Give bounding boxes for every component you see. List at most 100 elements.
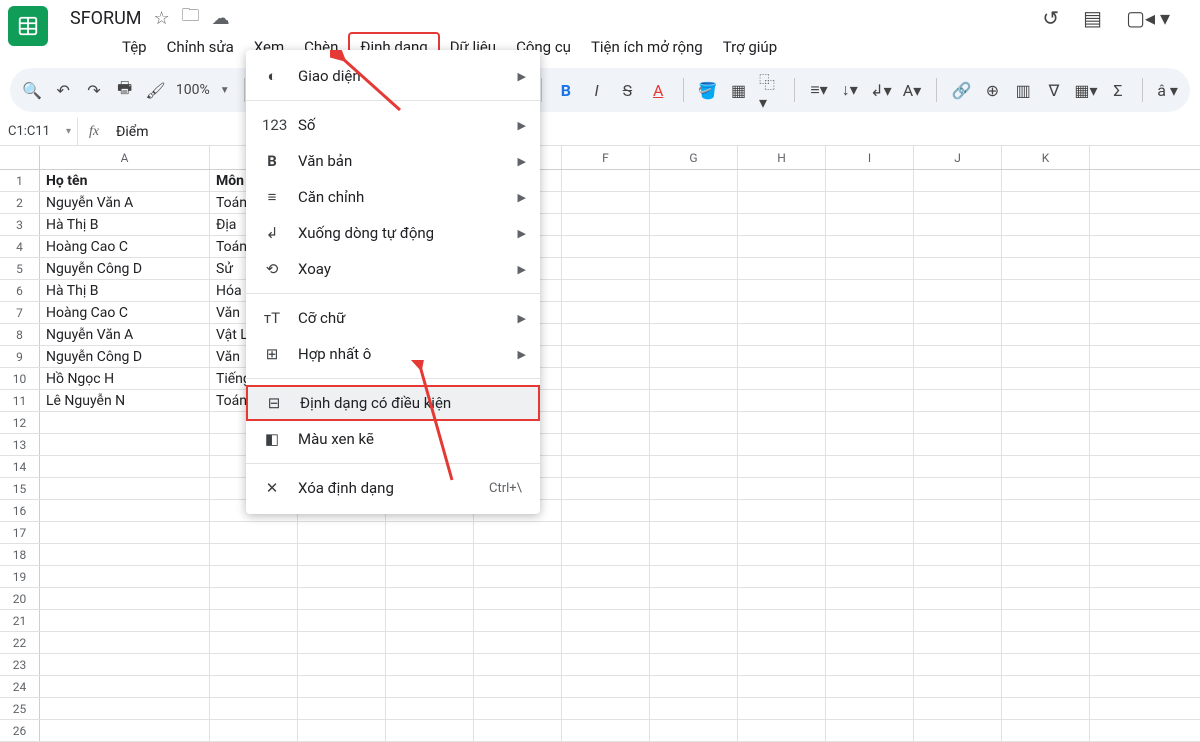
cell-E18[interactable] xyxy=(474,544,562,565)
cell-C26[interactable] xyxy=(298,720,386,741)
cell-J1[interactable] xyxy=(914,170,1002,191)
cell-F2[interactable] xyxy=(562,192,650,213)
format-menu-cỡ-chữ[interactable]: тTCỡ chữ▶ xyxy=(246,300,540,336)
cell-J18[interactable] xyxy=(914,544,1002,565)
cell-K19[interactable] xyxy=(1002,566,1090,587)
cell-I3[interactable] xyxy=(826,214,914,235)
history-icon[interactable]: ↺ xyxy=(1042,6,1059,30)
cell-F16[interactable] xyxy=(562,500,650,521)
cell-B25[interactable] xyxy=(210,698,298,719)
format-menu-số[interactable]: 123Số▶ xyxy=(246,107,540,143)
row-header-26[interactable]: 26 xyxy=(0,720,40,741)
cell-D21[interactable] xyxy=(386,610,474,631)
row-header-10[interactable]: 10 xyxy=(0,368,40,389)
cell-I2[interactable] xyxy=(826,192,914,213)
cell-F10[interactable] xyxy=(562,368,650,389)
cell-G8[interactable] xyxy=(650,324,738,345)
cell-J26[interactable] xyxy=(914,720,1002,741)
italic-icon[interactable]: I xyxy=(586,78,607,102)
wrap-icon[interactable]: ↲▾ xyxy=(870,78,891,102)
cell-J9[interactable] xyxy=(914,346,1002,367)
cell-A25[interactable] xyxy=(40,698,210,719)
cell-F18[interactable] xyxy=(562,544,650,565)
format-menu-định-dạng-có-điều-kiện[interactable]: ⊟Định dạng có điều kiện xyxy=(246,385,540,421)
cell-K15[interactable] xyxy=(1002,478,1090,499)
cell-G23[interactable] xyxy=(650,654,738,675)
cell-E23[interactable] xyxy=(474,654,562,675)
cell-F15[interactable] xyxy=(562,478,650,499)
valign-icon[interactable]: ↓▾ xyxy=(839,78,860,102)
format-menu-hợp-nhất-ô[interactable]: ⊞Hợp nhất ô▶ xyxy=(246,336,540,372)
cell-H4[interactable] xyxy=(738,236,826,257)
row-header-15[interactable]: 15 xyxy=(0,478,40,499)
menu-trợ-giúp[interactable]: Trợ giúp xyxy=(713,34,787,60)
meet-icon[interactable]: ▢◂ ▾ xyxy=(1126,6,1170,30)
filter-views-icon[interactable]: ▦▾ xyxy=(1074,78,1097,102)
cell-J23[interactable] xyxy=(914,654,1002,675)
cell-H18[interactable] xyxy=(738,544,826,565)
cell-A23[interactable] xyxy=(40,654,210,675)
cell-A6[interactable]: Hà Thị B xyxy=(40,280,210,301)
cell-K4[interactable] xyxy=(1002,236,1090,257)
cell-F9[interactable] xyxy=(562,346,650,367)
cell-K24[interactable] xyxy=(1002,676,1090,697)
comment-icon[interactable]: ⊕ xyxy=(982,78,1003,102)
cell-K11[interactable] xyxy=(1002,390,1090,411)
row-header-19[interactable]: 19 xyxy=(0,566,40,587)
col-header-K[interactable]: K xyxy=(1002,146,1090,169)
print-icon[interactable]: 🖶 xyxy=(114,78,135,102)
cell-C17[interactable] xyxy=(298,522,386,543)
cell-J3[interactable] xyxy=(914,214,1002,235)
row-header-9[interactable]: 9 xyxy=(0,346,40,367)
cell-F25[interactable] xyxy=(562,698,650,719)
cell-H13[interactable] xyxy=(738,434,826,455)
cell-D24[interactable] xyxy=(386,676,474,697)
col-header-G[interactable]: G xyxy=(650,146,738,169)
cell-C25[interactable] xyxy=(298,698,386,719)
cell-K7[interactable] xyxy=(1002,302,1090,323)
cell-H19[interactable] xyxy=(738,566,826,587)
cell-B18[interactable] xyxy=(210,544,298,565)
cell-I5[interactable] xyxy=(826,258,914,279)
cell-I14[interactable] xyxy=(826,456,914,477)
name-box[interactable]: C1:C11 xyxy=(0,118,78,145)
rotate-icon[interactable]: A▾ xyxy=(902,78,923,102)
row-header-25[interactable]: 25 xyxy=(0,698,40,719)
cell-C20[interactable] xyxy=(298,588,386,609)
cell-G11[interactable] xyxy=(650,390,738,411)
cell-K18[interactable] xyxy=(1002,544,1090,565)
menu-tiện-ích-mở-rộng[interactable]: Tiện ích mở rộng xyxy=(581,34,713,60)
cell-J12[interactable] xyxy=(914,412,1002,433)
cell-A26[interactable] xyxy=(40,720,210,741)
cell-I11[interactable] xyxy=(826,390,914,411)
cell-A18[interactable] xyxy=(40,544,210,565)
cloud-icon[interactable]: ☁ xyxy=(212,8,230,29)
menu-tệp[interactable]: Tệp xyxy=(112,34,157,60)
cell-H14[interactable] xyxy=(738,456,826,477)
cell-J2[interactable] xyxy=(914,192,1002,213)
cell-C18[interactable] xyxy=(298,544,386,565)
cell-J8[interactable] xyxy=(914,324,1002,345)
cell-K6[interactable] xyxy=(1002,280,1090,301)
cell-F11[interactable] xyxy=(562,390,650,411)
cell-I20[interactable] xyxy=(826,588,914,609)
cell-G25[interactable] xyxy=(650,698,738,719)
cell-F22[interactable] xyxy=(562,632,650,653)
cell-I16[interactable] xyxy=(826,500,914,521)
cell-F8[interactable] xyxy=(562,324,650,345)
sheets-logo[interactable] xyxy=(8,6,48,46)
cell-H21[interactable] xyxy=(738,610,826,631)
cell-F6[interactable] xyxy=(562,280,650,301)
cell-J16[interactable] xyxy=(914,500,1002,521)
cell-C21[interactable] xyxy=(298,610,386,631)
cell-K16[interactable] xyxy=(1002,500,1090,521)
cell-D19[interactable] xyxy=(386,566,474,587)
cell-D18[interactable] xyxy=(386,544,474,565)
cell-E19[interactable] xyxy=(474,566,562,587)
col-header-I[interactable]: I xyxy=(826,146,914,169)
select-all-corner[interactable] xyxy=(0,146,40,169)
vietnamese-icon[interactable]: â ▾ xyxy=(1157,78,1178,102)
cell-A3[interactable]: Hà Thị B xyxy=(40,214,210,235)
cell-E26[interactable] xyxy=(474,720,562,741)
cell-I12[interactable] xyxy=(826,412,914,433)
